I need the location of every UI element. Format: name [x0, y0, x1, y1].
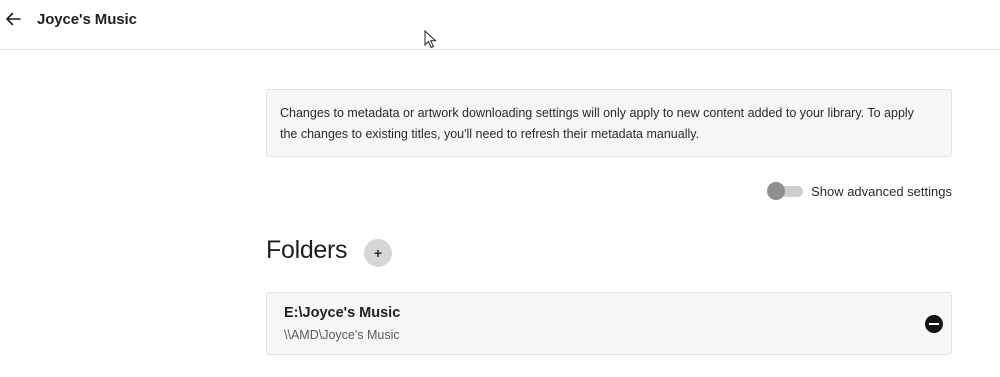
- toggle-knob: [767, 182, 786, 200]
- advanced-settings-row: Show advanced settings: [767, 182, 952, 200]
- advanced-settings-label: Show advanced settings: [811, 183, 952, 199]
- notice-line-1: Changes to metadata or artwork downloadi…: [280, 106, 914, 120]
- arrow-left-icon: [6, 12, 21, 26]
- plus-icon: +: [373, 245, 383, 261]
- top-bar: Joyce's Music: [0, 0, 1000, 50]
- folders-heading: Folders: [266, 236, 348, 264]
- mouse-pointer-icon: [424, 30, 437, 49]
- remove-folder-button[interactable]: [925, 315, 943, 333]
- info-notice: Changes to metadata or artwork downloadi…: [266, 89, 952, 157]
- folder-path: \\AMD\Joyce's Music: [284, 328, 400, 342]
- folder-item: E:\Joyce's Music \\AMD\Joyce's Music: [266, 292, 952, 355]
- notice-line-2: the changes to existing titles, you'll n…: [280, 127, 700, 141]
- page-title: Joyce's Music: [37, 11, 137, 28]
- advanced-settings-toggle[interactable]: [767, 182, 805, 200]
- back-button[interactable]: [3, 9, 23, 29]
- add-folder-button[interactable]: +: [364, 239, 392, 267]
- folder-name: E:\Joyce's Music: [284, 305, 401, 321]
